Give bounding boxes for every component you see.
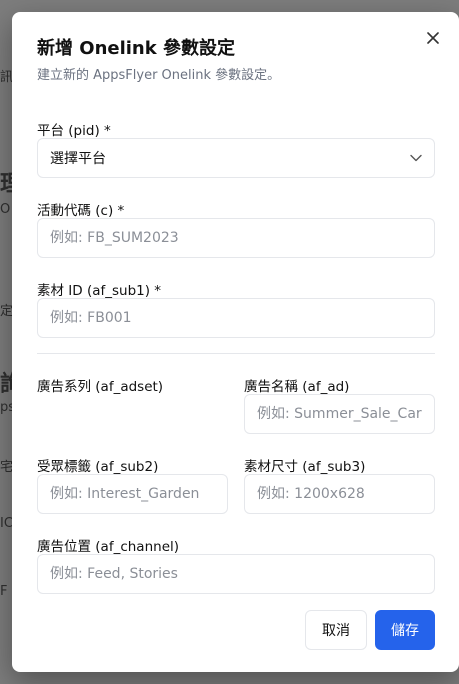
creative-id-label: 素材 ID (af_sub1) * [37,283,162,299]
audience-input[interactable] [37,474,228,514]
campaign-input[interactable] [37,218,435,258]
background-text: IC [0,516,13,531]
onelink-dialog: 新增 Onelink 參數設定 建立新的 AppsFlyer Onelink 參… [12,12,459,672]
platform-select-value: 選擇平台 [50,151,106,167]
dialog-subtitle: 建立新的 AppsFlyer Onelink 參數設定。 [37,68,281,83]
creative-id-input[interactable] [37,298,435,338]
close-button[interactable] [423,28,443,48]
cancel-button[interactable]: 取消 [305,610,367,650]
section-divider [37,353,435,354]
creative-size-input[interactable] [244,474,435,514]
dialog-title: 新增 Onelink 參數設定 [37,38,235,59]
campaign-label: 活動代碼 (c) * [37,203,125,219]
platform-select[interactable]: 選擇平台 [37,138,435,178]
adset-label: 廣告系列 (af_adset) [37,379,164,395]
ad-name-label: 廣告名稱 (af_ad) [244,379,350,395]
background-text: F [0,584,8,599]
save-button[interactable]: 儲存 [375,610,435,650]
placement-input[interactable] [37,554,435,594]
placement-label: 廣告位置 (af_channel) [37,539,180,555]
chevron-down-icon [410,154,422,162]
close-icon [427,32,439,44]
creative-size-label: 素材尺寸 (af_sub3) [244,459,366,475]
audience-label: 受眾標籤 (af_sub2) [37,459,159,475]
background-text: O [0,202,11,217]
ad-name-input[interactable] [244,394,435,434]
platform-label: 平台 (pid) * [37,123,111,139]
